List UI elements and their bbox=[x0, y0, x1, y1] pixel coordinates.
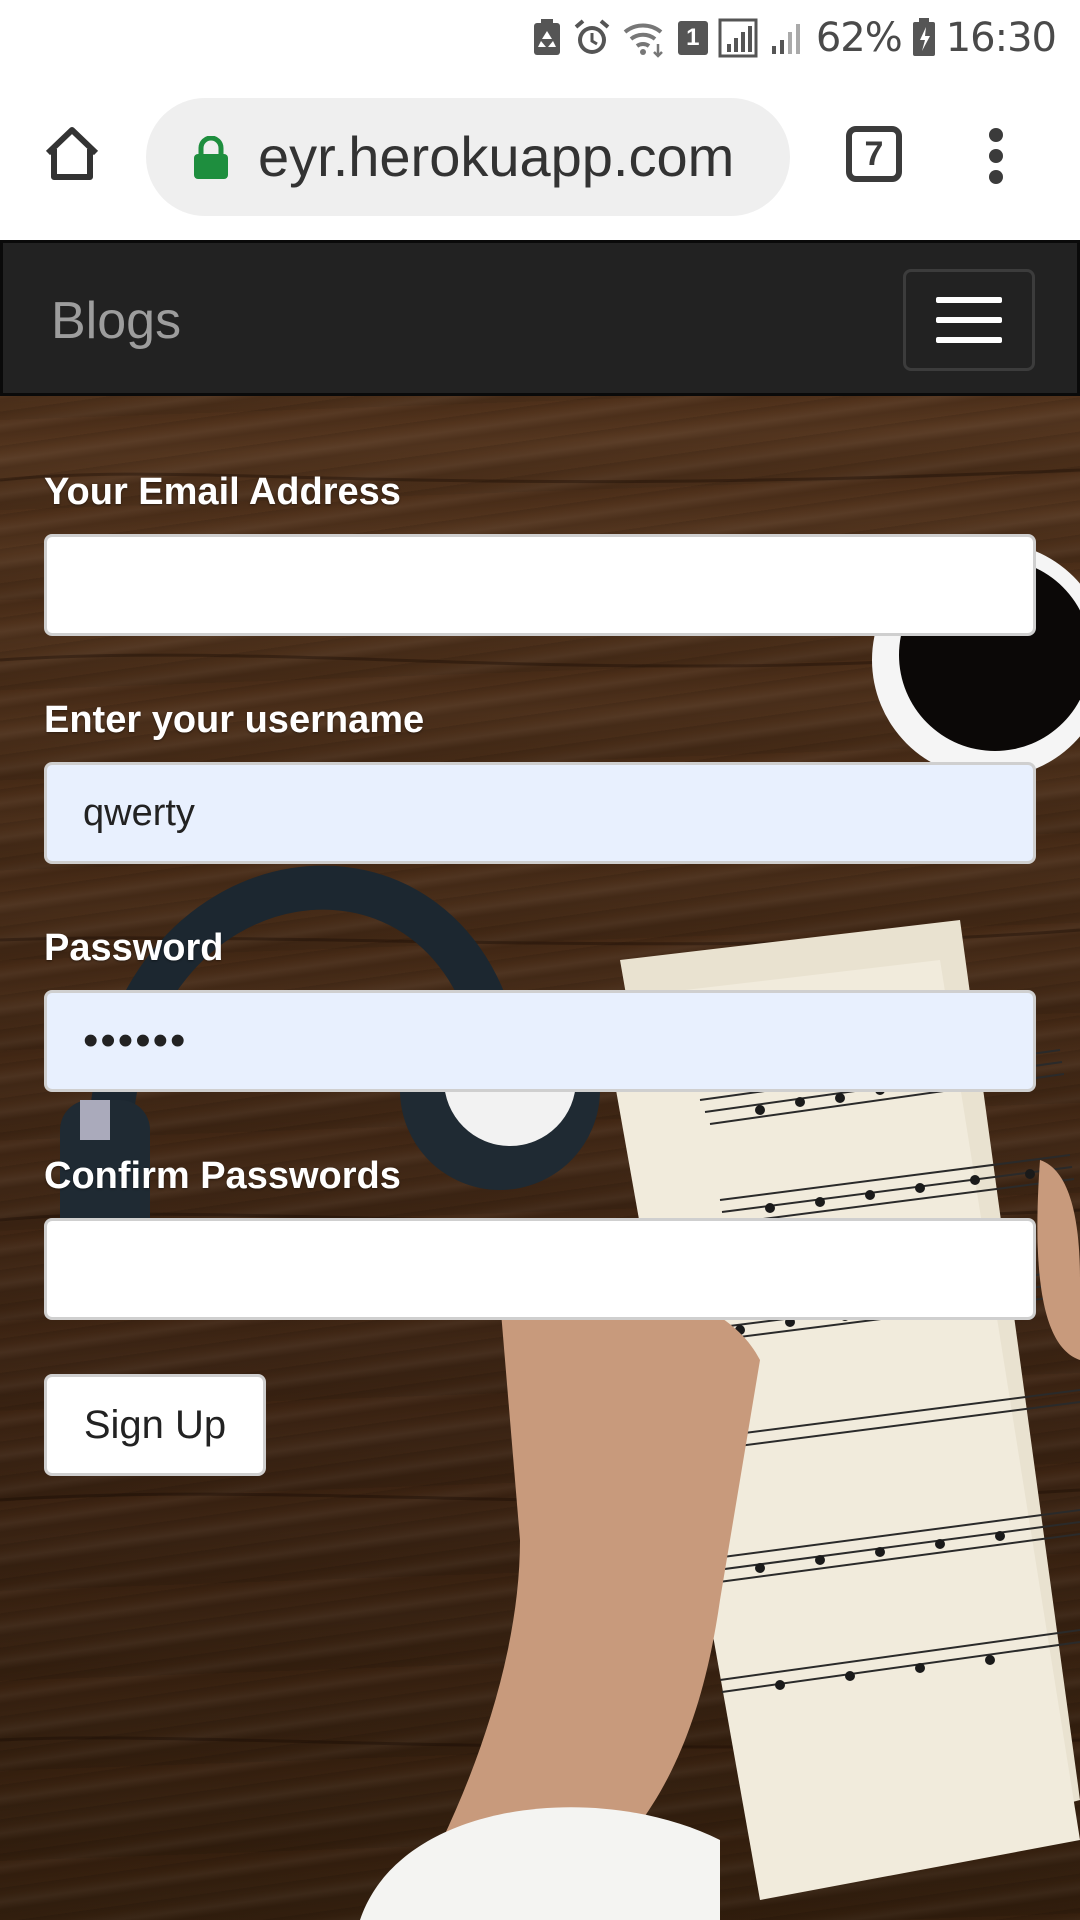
more-vert-icon[interactable] bbox=[976, 124, 1016, 188]
confirm-password-field[interactable] bbox=[44, 1218, 1036, 1320]
tabs-button[interactable]: 7 bbox=[846, 126, 902, 182]
username-field[interactable] bbox=[44, 762, 1036, 864]
browser-toolbar: eyr.herokuapp.com 7 bbox=[0, 76, 1080, 240]
navbar: Blogs bbox=[0, 240, 1080, 396]
username-label: Enter your username bbox=[44, 699, 425, 741]
battery-icon bbox=[912, 18, 936, 58]
signal-weak-icon bbox=[770, 18, 806, 58]
home-icon bbox=[45, 127, 99, 180]
tab-count: 7 bbox=[864, 134, 884, 173]
url-text: eyr.herokuapp.com bbox=[258, 125, 735, 188]
clock: 16:30 bbox=[945, 15, 1057, 61]
wifi-icon bbox=[622, 18, 668, 58]
password-field[interactable] bbox=[44, 990, 1036, 1092]
sim-badge: 1 bbox=[677, 21, 708, 55]
email-field[interactable] bbox=[44, 534, 1036, 636]
signal-icon bbox=[718, 18, 760, 58]
email-label: Your Email Address bbox=[44, 471, 401, 513]
alarm-icon bbox=[572, 18, 612, 58]
lock-icon bbox=[194, 136, 228, 179]
home-button[interactable] bbox=[38, 120, 106, 188]
recycle-icon bbox=[532, 19, 562, 57]
navbar-toggler-button[interactable] bbox=[903, 269, 1035, 371]
page-content: Blogs Your Email Address Enter your user… bbox=[0, 240, 1080, 1920]
signup-form: Your Email Address Enter your username P… bbox=[44, 462, 1036, 1476]
status-bar: 1 62% 16:30 bbox=[0, 0, 1080, 76]
hamburger-icon bbox=[936, 297, 1002, 303]
confirm-password-label: Confirm Passwords bbox=[44, 1155, 401, 1197]
navbar-brand[interactable]: Blogs bbox=[51, 243, 181, 399]
password-label: Password bbox=[44, 927, 224, 969]
sign-up-button[interactable]: Sign Up bbox=[44, 1374, 266, 1476]
battery-percent: 62% bbox=[815, 15, 903, 61]
address-bar[interactable]: eyr.herokuapp.com bbox=[146, 98, 790, 216]
